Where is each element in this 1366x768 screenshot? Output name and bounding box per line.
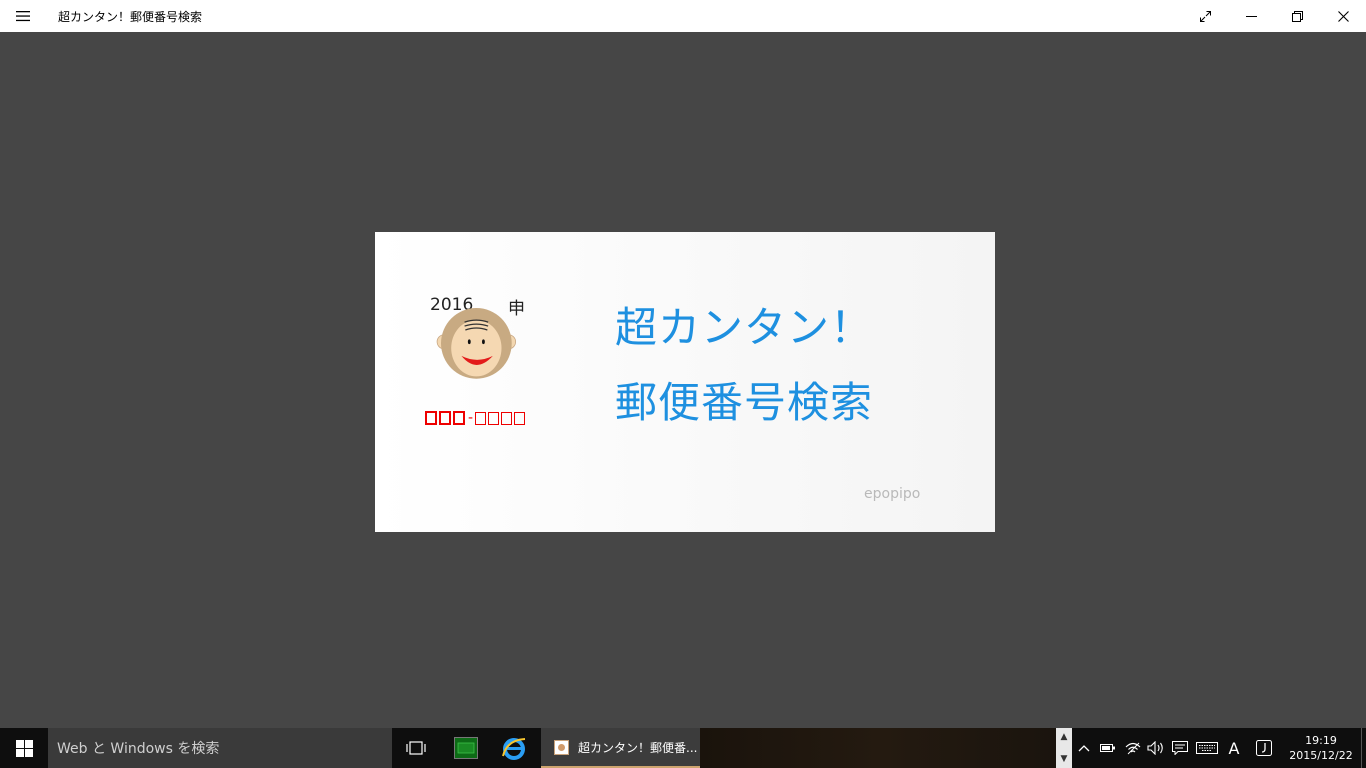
show-desktop-button[interactable] <box>1361 728 1366 768</box>
clock-time: 19:19 <box>1305 734 1337 747</box>
expand-icon <box>1199 10 1211 22</box>
clock-date: 2015/12/22 <box>1289 749 1353 762</box>
minimize-icon <box>1245 15 1257 17</box>
start-button[interactable] <box>0 728 48 768</box>
hamburger-menu-icon[interactable] <box>12 6 34 26</box>
fullscreen-button[interactable] <box>1182 0 1228 32</box>
volume-button[interactable] <box>1144 728 1168 768</box>
green-app-icon <box>454 737 478 759</box>
ime-icon <box>1256 740 1272 756</box>
postal-box <box>501 411 513 425</box>
chevron-up-icon <box>1078 745 1090 752</box>
chevron-up-icon[interactable]: ▲ <box>1061 728 1068 746</box>
battery-button[interactable] <box>1096 728 1120 768</box>
title-bar: 超カンタン！郵便番号検索 <box>0 0 1366 32</box>
postal-box <box>453 411 465 425</box>
postal-box <box>475 411 487 425</box>
wifi-button[interactable] <box>1121 728 1145 768</box>
task-view-button[interactable] <box>392 728 440 768</box>
ime-toggle-button[interactable] <box>1252 728 1276 768</box>
minimize-button[interactable] <box>1228 0 1274 32</box>
touch-keyboard-button[interactable] <box>1194 728 1220 768</box>
windows-logo-icon <box>15 739 33 757</box>
splash-title-line2: 郵便番号検索 <box>615 378 874 427</box>
postal-box <box>439 411 451 425</box>
battery-icon <box>1100 744 1115 752</box>
show-hidden-icons-button[interactable] <box>1072 728 1096 768</box>
internet-explorer-icon <box>502 738 526 760</box>
task-view-icon <box>406 741 426 755</box>
volume-icon <box>1147 741 1163 755</box>
postal-box <box>425 411 437 425</box>
splash-screen: 2016 申 - 超カンタン！ 郵便番号検索 epopipo <box>375 232 995 532</box>
taskbar-active-app[interactable]: 超カンタン！郵便番... <box>541 728 700 768</box>
restore-icon <box>1291 10 1303 22</box>
postal-app-icon <box>554 739 569 755</box>
taskbar-clock[interactable]: 19:19 2015/12/22 <box>1282 728 1360 768</box>
window-title: 超カンタン！郵便番号検索 <box>58 10 203 24</box>
brand-label: epopipo <box>864 486 921 502</box>
postal-code-boxes: - <box>425 408 527 428</box>
wifi-icon <box>1125 742 1141 755</box>
splash-title-line1: 超カンタン！ <box>615 303 874 352</box>
restore-button[interactable] <box>1274 0 1320 32</box>
action-center-button[interactable] <box>1168 728 1192 768</box>
keyboard-icon <box>1196 742 1218 754</box>
close-icon <box>1337 10 1349 22</box>
taskbar-search-box[interactable]: Web と Windows を検索 <box>48 728 392 768</box>
active-app-label: 超カンタン！郵便番... <box>578 740 698 755</box>
postal-box <box>488 411 500 425</box>
chevron-down-icon[interactable]: ▼ <box>1061 750 1068 768</box>
search-placeholder: Web と Windows を検索 <box>57 741 220 757</box>
taskbar-background <box>700 728 1060 768</box>
internet-explorer-button[interactable] <box>490 728 538 768</box>
notification-icon <box>1172 741 1188 755</box>
postal-dash: - <box>468 410 474 426</box>
postal-box <box>514 411 526 425</box>
taskbar-app-green[interactable] <box>442 728 490 768</box>
taskbar: Web と Windows を検索 超カンタン！郵便番... ▲ ▼ A 19:… <box>0 728 1366 768</box>
taskbar-scroll[interactable]: ▲ ▼ <box>1056 728 1072 768</box>
close-button[interactable] <box>1320 0 1366 32</box>
ime-mode-button[interactable]: A <box>1222 728 1246 768</box>
monkey-mascot-icon <box>436 308 517 379</box>
